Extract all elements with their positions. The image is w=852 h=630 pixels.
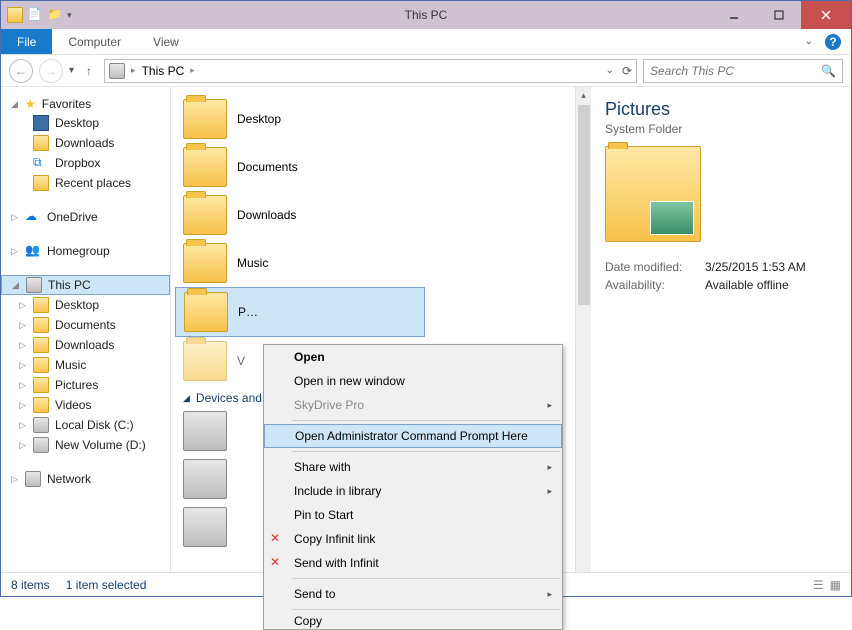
tree-downloads[interactable]: Downloads — [1, 133, 170, 153]
view-large-icon[interactable]: ▦ — [830, 578, 841, 592]
ctx-separator — [292, 609, 560, 610]
tree-pc-documents[interactable]: ▷Documents — [1, 315, 170, 335]
preview-subtitle: System Folder — [605, 122, 837, 136]
status-item-count: 8 items — [11, 578, 50, 592]
item-label: Music — [237, 256, 268, 270]
tab-computer[interactable]: Computer — [52, 29, 137, 54]
breadcrumb-sep[interactable]: ▸ — [190, 65, 195, 76]
preview-title: Pictures — [605, 99, 837, 120]
ctx-share-with[interactable]: Share with▸ — [264, 455, 562, 479]
tree-pc-local-disk[interactable]: ▷Local Disk (C:) — [1, 415, 170, 435]
tree-onedrive[interactable]: ▷☁OneDrive — [1, 207, 170, 227]
ctx-send-infinit[interactable]: ✕Send with Infinit — [264, 551, 562, 575]
search-input[interactable] — [650, 64, 815, 78]
nav-up-button[interactable]: ↑ — [80, 64, 98, 78]
nav-history-dropdown[interactable]: ▾ — [69, 65, 74, 76]
tree-homegroup[interactable]: ▷👥Homegroup — [1, 241, 170, 261]
tree-pc-new-volume[interactable]: ▷New Volume (D:) — [1, 435, 170, 455]
item-pictures[interactable]: P… — [175, 287, 425, 337]
ctx-admin-cmd-prompt[interactable]: Open Administrator Command Prompt Here — [264, 424, 562, 448]
ctx-open[interactable]: Open — [264, 345, 562, 369]
tree-recent-places[interactable]: Recent places — [1, 173, 170, 193]
tree-dropbox[interactable]: ⧉Dropbox — [1, 153, 170, 173]
tree-pc-downloads[interactable]: ▷Downloads — [1, 335, 170, 355]
item-label: Downloads — [237, 208, 296, 222]
tree-network[interactable]: ▷Network — [1, 469, 170, 489]
item-label: V — [237, 354, 245, 368]
status-selected-count: 1 item selected — [66, 578, 147, 592]
tree-pc-videos[interactable]: ▷Videos — [1, 395, 170, 415]
ctx-separator — [292, 578, 560, 579]
ctx-include-library[interactable]: Include in library▸ — [264, 479, 562, 503]
preview-date-label: Date modified: — [605, 260, 695, 274]
ctx-copy-infinit[interactable]: ✕Copy Infinit link — [264, 527, 562, 551]
address-dropdown[interactable]: ⌄ — [606, 65, 614, 76]
item-downloads[interactable]: Downloads — [175, 191, 571, 239]
computer-icon — [109, 63, 125, 79]
tree-pc-desktop[interactable]: ▷Desktop — [1, 295, 170, 315]
refresh-icon[interactable]: ⟳ — [622, 64, 632, 78]
titlebar: 📄 📁 ▾ This PC — [1, 1, 851, 29]
ctx-open-new-window[interactable]: Open in new window — [264, 369, 562, 393]
ctx-send-to[interactable]: Send to▸ — [264, 582, 562, 606]
tab-view[interactable]: View — [137, 29, 195, 54]
tree-this-pc[interactable]: ◢This PC — [1, 275, 170, 295]
search-icon: 🔍 — [821, 64, 836, 78]
navigation-bar: ← → ▾ ↑ ▸ This PC ▸ ⌄ ⟳ 🔍 — [1, 55, 851, 87]
tree-favorites[interactable]: ◢★Favorites — [1, 95, 170, 113]
item-documents[interactable]: Documents — [175, 143, 571, 191]
navigation-pane: ◢★Favorites Desktop Downloads ⧉Dropbox R… — [1, 87, 171, 572]
tree-pc-music[interactable]: ▷Music — [1, 355, 170, 375]
ctx-separator — [292, 451, 560, 452]
tab-file[interactable]: File — [1, 29, 52, 54]
ribbon: File Computer View ⌄ ? — [1, 29, 851, 55]
preview-date-value: 3/25/2015 1:53 AM — [705, 260, 806, 274]
ctx-copy[interactable]: Copy — [264, 613, 562, 629]
ribbon-expand-icon[interactable]: ⌄ — [805, 36, 813, 47]
tree-desktop[interactable]: Desktop — [1, 113, 170, 133]
item-music[interactable]: Music — [175, 239, 571, 287]
context-menu: Open Open in new window SkyDrive Pro▸ Op… — [263, 344, 563, 630]
item-label: Desktop — [237, 112, 281, 126]
preview-avail-label: Availability: — [605, 278, 695, 292]
infinit-icon: ✕ — [270, 555, 286, 571]
help-icon[interactable]: ? — [825, 34, 841, 50]
search-box[interactable]: 🔍 — [643, 59, 843, 83]
breadcrumb-sep[interactable]: ▸ — [131, 65, 136, 76]
ctx-separator — [292, 420, 560, 421]
item-label: Documents — [237, 160, 298, 174]
nav-forward-button[interactable]: → — [39, 59, 63, 83]
preview-avail-value: Available offline — [705, 278, 789, 292]
infinit-icon: ✕ — [270, 531, 286, 547]
address-bar[interactable]: ▸ This PC ▸ ⌄ ⟳ — [104, 59, 637, 83]
nav-back-button[interactable]: ← — [9, 59, 33, 83]
preview-thumbnail — [605, 146, 701, 242]
ctx-skydrive-pro[interactable]: SkyDrive Pro▸ — [264, 393, 562, 417]
item-label: P… — [238, 305, 258, 319]
ctx-pin-start[interactable]: Pin to Start — [264, 503, 562, 527]
breadcrumb-this-pc[interactable]: This PC — [142, 64, 185, 78]
window-title: This PC — [1, 8, 851, 22]
details-pane: Pictures System Folder Date modified: 3/2… — [591, 87, 851, 572]
vertical-scrollbar[interactable]: ▴ — [575, 87, 591, 572]
scroll-up-button[interactable]: ▴ — [576, 87, 591, 103]
view-details-icon[interactable]: ☰ — [813, 578, 824, 592]
tree-pc-pictures[interactable]: ▷Pictures — [1, 375, 170, 395]
scroll-thumb[interactable] — [578, 105, 590, 305]
item-desktop[interactable]: Desktop — [175, 95, 571, 143]
